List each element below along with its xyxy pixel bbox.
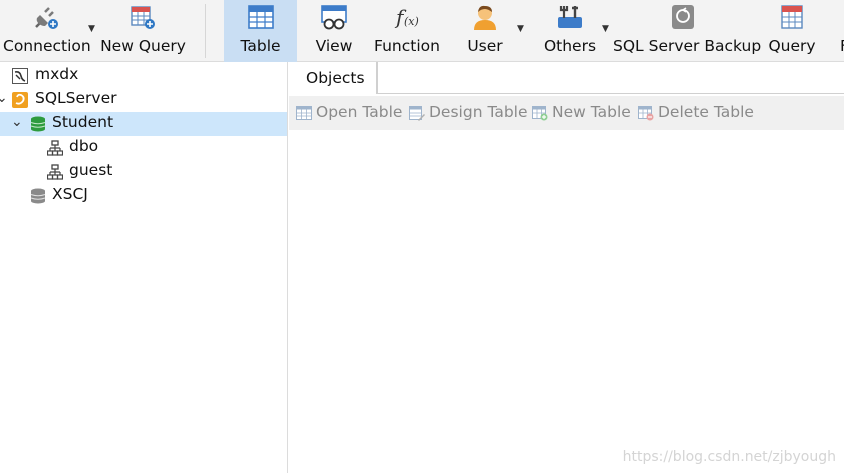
delete-table-icon xyxy=(638,106,654,121)
design-table-button[interactable]: Design Table xyxy=(409,103,528,123)
schema-icon xyxy=(47,140,63,156)
open-table-button[interactable]: Open Table xyxy=(296,103,404,123)
connection-button[interactable]: Connection ▼ xyxy=(0,0,95,62)
database-icon xyxy=(30,116,46,132)
tab-objects[interactable]: Objects xyxy=(289,62,377,94)
user-label: User xyxy=(467,37,503,55)
query-label: Query xyxy=(768,37,816,55)
view-button[interactable]: View xyxy=(302,0,366,62)
view-icon xyxy=(321,5,347,30)
tree-item-mxdx[interactable]: mxdx xyxy=(0,64,287,88)
new-table-button[interactable]: New Table xyxy=(532,103,634,123)
backup-icon xyxy=(672,5,694,29)
main-toolbar: Connection ▼ New Query Table View f (x) … xyxy=(0,0,844,62)
others-dropdown-icon[interactable]: ▼ xyxy=(602,24,609,34)
sql-server-backup-button[interactable]: SQL Server Backup xyxy=(613,0,762,62)
app-window: Connection ▼ New Query Table View f (x) … xyxy=(0,0,844,473)
new-query-button[interactable]: New Query xyxy=(100,0,186,62)
query-icon xyxy=(781,5,803,29)
object-toolbar: Open Table Design Table New Table Delete… xyxy=(289,96,844,130)
collapse-arrow-icon[interactable]: ⌄ xyxy=(11,114,23,130)
function-icon: f (x) xyxy=(394,5,419,29)
tree-item-label: mxdx xyxy=(35,65,79,83)
cut-off-toolbar-button[interactable]: F xyxy=(836,0,844,62)
collapse-arrow-icon[interactable]: ⌄ xyxy=(0,90,8,106)
tab-strip: Objects xyxy=(289,62,844,94)
connection-label: Connection xyxy=(3,37,91,55)
tree-item-label: SQLServer xyxy=(35,89,117,107)
connection-dropdown-icon[interactable]: ▼ xyxy=(88,24,95,34)
query-button[interactable]: Query xyxy=(764,0,820,62)
tree-item-guest[interactable]: guest xyxy=(0,160,287,184)
database-icon xyxy=(30,188,46,204)
tree-item-xscj[interactable]: XSCJ xyxy=(0,184,287,208)
plug-icon xyxy=(35,7,58,29)
table-label: Table xyxy=(240,37,281,55)
tab-strip-filler xyxy=(377,62,844,94)
view-label: View xyxy=(315,37,353,55)
schema-icon xyxy=(47,164,63,180)
svg-text:(x): (x) xyxy=(404,15,419,28)
delete-table-label: Delete Table xyxy=(658,103,754,121)
user-icon xyxy=(474,5,496,30)
new-query-label: New Query xyxy=(100,37,186,55)
tab-objects-label: Objects xyxy=(306,69,365,87)
new-table-label: New Table xyxy=(552,103,631,121)
others-label: Others xyxy=(543,37,597,55)
tree-item-label: XSCJ xyxy=(52,185,88,203)
function-label: Function xyxy=(374,37,440,55)
new-query-icon xyxy=(131,6,155,29)
tree-item-dbo[interactable]: dbo xyxy=(0,136,287,160)
design-table-icon xyxy=(409,106,425,121)
sqlserver-icon xyxy=(12,92,28,108)
watermark: https://blog.csdn.net/zjbyough xyxy=(622,449,836,465)
tree-item-label: Student xyxy=(52,113,114,131)
connection-icon xyxy=(12,68,28,84)
tree-item-label: dbo xyxy=(69,137,99,155)
tree-item-sqlserver[interactable]: ⌄ SQLServer xyxy=(0,88,287,112)
user-button[interactable]: User ▼ xyxy=(455,0,524,62)
new-table-icon xyxy=(532,106,548,121)
open-table-icon xyxy=(296,106,312,120)
tools-icon xyxy=(558,6,582,28)
sql-server-backup-label: SQL Server Backup xyxy=(613,37,762,55)
open-table-label: Open Table xyxy=(316,103,403,121)
table-button[interactable]: Table xyxy=(224,0,297,62)
delete-table-button[interactable]: Delete Table xyxy=(638,103,754,123)
table-icon xyxy=(247,5,274,29)
others-button[interactable]: Others ▼ xyxy=(540,0,609,62)
toolbar-separator xyxy=(205,4,206,58)
function-button[interactable]: f (x) Function xyxy=(370,0,444,62)
connection-tree: mxdx ⌄ SQLServer ⌄ Student dbo guest XSC… xyxy=(0,62,288,473)
objects-content-area: https://blog.csdn.net/zjbyough xyxy=(289,130,844,473)
cut-off-label: F xyxy=(840,37,844,55)
tree-item-student[interactable]: ⌄ Student xyxy=(0,112,287,136)
tree-item-label: guest xyxy=(69,161,113,179)
design-table-label: Design Table xyxy=(429,103,528,121)
user-dropdown-icon[interactable]: ▼ xyxy=(517,24,524,34)
